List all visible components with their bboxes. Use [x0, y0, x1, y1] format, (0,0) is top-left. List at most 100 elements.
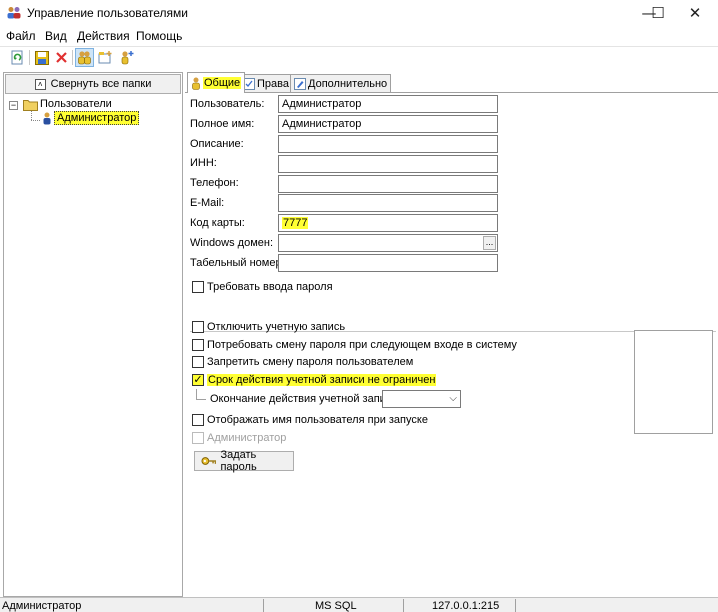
menu-view[interactable]: Вид [45, 29, 67, 43]
general-tab-content: Пользователь: Администратор Полное имя: … [185, 92, 718, 597]
users-view-button[interactable] [75, 48, 94, 67]
checkbox-box [192, 321, 204, 333]
email-input[interactable] [278, 194, 498, 212]
save-icon [34, 50, 49, 65]
full-name-label: Полное имя: [190, 118, 255, 130]
tab-general-label: Общие [203, 77, 242, 89]
set-password-label: Задать пароль [220, 449, 257, 473]
tree-connector [31, 120, 40, 121]
key-icon [201, 457, 217, 465]
no-expiry-label: Срок действия учетной записи не ограниче… [207, 374, 437, 386]
title-bar: Управление пользователями — ☐ ✕ [0, 0, 718, 26]
disable-account-label: Отключить учетную запись [207, 321, 346, 333]
properties-panel: Общие Права Дополнительно Пользователь: … [185, 72, 718, 597]
chevron-down-icon: ⌵ [449, 393, 457, 404]
add-group-button[interactable] [96, 48, 115, 67]
menu-actions[interactable]: Действия [77, 29, 130, 43]
menu-help[interactable]: Помощь [136, 29, 182, 43]
card-code-value: 7777 [282, 217, 309, 229]
tab-rights[interactable]: Права [239, 74, 293, 92]
tab-rights-label: Права [257, 77, 289, 90]
force-change-checkbox[interactable]: Потребовать смену пароля при следующем в… [192, 338, 517, 352]
forbid-change-label: Запретить смену пароля пользователем [207, 356, 414, 368]
status-separator [515, 599, 516, 612]
users-icon [78, 51, 91, 65]
windows-domain-input[interactable]: ... [278, 234, 498, 252]
collapse-all-label: Свернуть все папки [50, 78, 152, 90]
tab-additional-label: Дополнительно [308, 77, 388, 90]
forbid-change-checkbox[interactable]: Запретить смену пароля пользователем [192, 355, 413, 369]
user-input[interactable]: Администратор [278, 95, 498, 113]
show-name-checkbox[interactable]: Отображать имя пользователя при запуске [192, 413, 428, 427]
set-password-button[interactable]: Задать пароль [194, 449, 294, 473]
require-password-checkbox[interactable]: Требовать ввода пароля [192, 280, 333, 294]
add-user-icon [121, 51, 134, 65]
user-icon [43, 112, 51, 125]
tree-item-users[interactable]: Пользователи [40, 98, 112, 110]
photo-preview [634, 330, 713, 434]
menu-bar: Файл Вид Действия Помощь [0, 27, 718, 45]
status-database: MS SQL [315, 600, 357, 612]
delete-icon [56, 52, 67, 63]
refresh-icon [11, 50, 22, 65]
window-title: Управление пользователями [27, 6, 188, 20]
require-password-label: Требовать ввода пароля [207, 281, 333, 293]
tree-connector [31, 111, 32, 120]
description-input[interactable] [278, 135, 498, 153]
delete-button[interactable] [52, 48, 71, 67]
add-user-button[interactable] [117, 48, 136, 67]
administrator-checkbox: Администратор [192, 431, 286, 445]
tab-general[interactable]: Общие [187, 72, 246, 93]
no-expiry-checkbox[interactable]: ✓ Срок действия учетной записи не ограни… [192, 373, 437, 387]
status-separator [403, 599, 404, 612]
status-user: Администратор [2, 600, 82, 612]
status-host: 127.0.0.1:215 [432, 600, 500, 612]
collapse-all-button[interactable]: ˄ Свернуть все папки [5, 74, 181, 94]
user-input-value: Администратор [282, 98, 362, 110]
close-icon: ✕ [688, 4, 702, 22]
description-label: Описание: [190, 138, 244, 150]
status-bar: Администратор MS SQL 127.0.0.1:215 [0, 597, 718, 612]
checkbox-box [192, 432, 204, 444]
maximize-icon: ☐ [651, 4, 665, 22]
refresh-button[interactable] [8, 48, 27, 67]
checkbox-box [192, 414, 204, 426]
toolbar [0, 46, 718, 68]
status-separator [263, 599, 264, 612]
phone-label: Телефон: [190, 177, 239, 189]
folder-icon [23, 100, 38, 111]
card-code-input[interactable]: 7777 [278, 214, 498, 232]
menu-file[interactable]: Файл [6, 29, 36, 43]
expiry-date-label: Окончание действия учетной записи [210, 393, 398, 405]
user-icon [192, 77, 200, 90]
tree-item-administrator[interactable]: Администратор [54, 111, 140, 125]
close-button[interactable]: ✕ [672, 0, 718, 26]
tab-additional[interactable]: Дополнительно [290, 74, 392, 92]
folder-tree-panel: ˄ Свернуть все папки − Пользователи Адми… [3, 72, 183, 597]
tree-connector [196, 389, 197, 399]
users-app-icon [7, 7, 21, 19]
browse-domain-button[interactable]: ... [483, 236, 496, 250]
windows-domain-label: Windows домен: [190, 237, 274, 249]
force-change-label: Потребовать смену пароля при следующем в… [207, 339, 517, 351]
checkbox-box [192, 356, 204, 368]
checkbox-checked: ✓ [192, 374, 204, 386]
inn-label: ИНН: [190, 157, 217, 169]
tree-connector [196, 399, 206, 400]
email-label: E-Mail: [190, 197, 225, 209]
administrator-label: Администратор [207, 432, 287, 444]
expiry-date-select[interactable]: ⌵ [382, 390, 461, 408]
show-name-label: Отображать имя пользователя при запуске [207, 414, 428, 426]
employee-number-label: Табельный номер: [190, 257, 285, 269]
phone-input[interactable] [278, 175, 498, 193]
toolbar-separator [72, 50, 73, 65]
full-name-input[interactable]: Администратор [278, 115, 498, 133]
collapse-icon: ˄ [34, 78, 46, 90]
tree-collapse-toggle[interactable]: − [9, 101, 18, 110]
save-button[interactable] [32, 48, 51, 67]
disable-account-checkbox[interactable]: Отключить учетную запись [192, 320, 345, 334]
checkbox-box [192, 339, 204, 351]
inn-input[interactable] [278, 155, 498, 173]
employee-number-input[interactable] [278, 254, 498, 272]
user-label: Пользователь: [190, 98, 265, 110]
